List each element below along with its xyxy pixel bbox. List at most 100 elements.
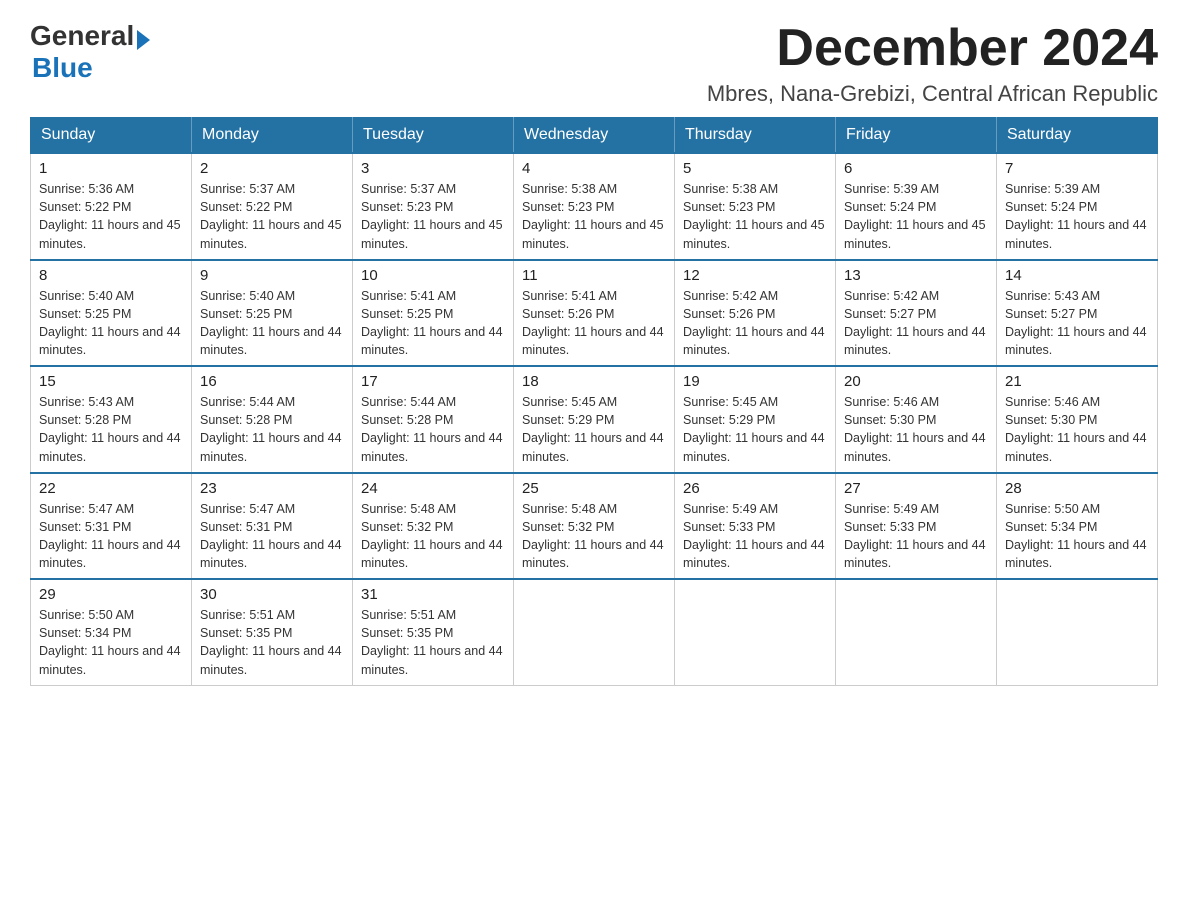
- day-number: 26: [683, 480, 827, 497]
- calendar-cell: 15 Sunrise: 5:43 AM Sunset: 5:28 PM Dayl…: [31, 366, 192, 473]
- day-number: 18: [522, 373, 666, 390]
- calendar-cell: 1 Sunrise: 5:36 AM Sunset: 5:22 PM Dayli…: [31, 153, 192, 260]
- day-info: Sunrise: 5:51 AM Sunset: 5:35 PM Dayligh…: [361, 606, 505, 679]
- page-header: General Blue December 2024 Mbres, Nana-G…: [30, 20, 1158, 107]
- day-info: Sunrise: 5:50 AM Sunset: 5:34 PM Dayligh…: [1005, 500, 1149, 573]
- calendar-cell: 12 Sunrise: 5:42 AM Sunset: 5:26 PM Dayl…: [675, 260, 836, 367]
- day-info: Sunrise: 5:51 AM Sunset: 5:35 PM Dayligh…: [200, 606, 344, 679]
- day-number: 15: [39, 373, 183, 390]
- day-number: 4: [522, 160, 666, 177]
- day-number: 22: [39, 480, 183, 497]
- day-number: 14: [1005, 267, 1149, 284]
- col-monday: Monday: [192, 118, 353, 154]
- day-number: 29: [39, 586, 183, 603]
- calendar-cell: 11 Sunrise: 5:41 AM Sunset: 5:26 PM Dayl…: [514, 260, 675, 367]
- day-number: 2: [200, 160, 344, 177]
- calendar-table: Sunday Monday Tuesday Wednesday Thursday…: [30, 117, 1158, 686]
- day-info: Sunrise: 5:46 AM Sunset: 5:30 PM Dayligh…: [844, 393, 988, 466]
- location-subtitle: Mbres, Nana-Grebizi, Central African Rep…: [707, 81, 1158, 107]
- day-info: Sunrise: 5:38 AM Sunset: 5:23 PM Dayligh…: [683, 180, 827, 253]
- calendar-cell: [997, 579, 1158, 685]
- calendar-cell: 8 Sunrise: 5:40 AM Sunset: 5:25 PM Dayli…: [31, 260, 192, 367]
- day-info: Sunrise: 5:41 AM Sunset: 5:26 PM Dayligh…: [522, 287, 666, 360]
- logo-general-text: General: [30, 20, 134, 52]
- calendar-cell: 27 Sunrise: 5:49 AM Sunset: 5:33 PM Dayl…: [836, 473, 997, 580]
- day-number: 21: [1005, 373, 1149, 390]
- day-info: Sunrise: 5:43 AM Sunset: 5:27 PM Dayligh…: [1005, 287, 1149, 360]
- calendar-cell: 10 Sunrise: 5:41 AM Sunset: 5:25 PM Dayl…: [353, 260, 514, 367]
- day-number: 28: [1005, 480, 1149, 497]
- day-number: 17: [361, 373, 505, 390]
- day-info: Sunrise: 5:47 AM Sunset: 5:31 PM Dayligh…: [39, 500, 183, 573]
- day-header-row: Sunday Monday Tuesday Wednesday Thursday…: [31, 118, 1158, 154]
- day-number: 25: [522, 480, 666, 497]
- day-number: 6: [844, 160, 988, 177]
- calendar-cell: [514, 579, 675, 685]
- day-info: Sunrise: 5:37 AM Sunset: 5:23 PM Dayligh…: [361, 180, 505, 253]
- day-info: Sunrise: 5:39 AM Sunset: 5:24 PM Dayligh…: [1005, 180, 1149, 253]
- col-friday: Friday: [836, 118, 997, 154]
- day-number: 10: [361, 267, 505, 284]
- calendar-cell: 28 Sunrise: 5:50 AM Sunset: 5:34 PM Dayl…: [997, 473, 1158, 580]
- day-number: 5: [683, 160, 827, 177]
- day-info: Sunrise: 5:45 AM Sunset: 5:29 PM Dayligh…: [522, 393, 666, 466]
- calendar-cell: 22 Sunrise: 5:47 AM Sunset: 5:31 PM Dayl…: [31, 473, 192, 580]
- day-number: 3: [361, 160, 505, 177]
- col-saturday: Saturday: [997, 118, 1158, 154]
- calendar-cell: [836, 579, 997, 685]
- calendar-cell: 23 Sunrise: 5:47 AM Sunset: 5:31 PM Dayl…: [192, 473, 353, 580]
- day-info: Sunrise: 5:43 AM Sunset: 5:28 PM Dayligh…: [39, 393, 183, 466]
- calendar-cell: 29 Sunrise: 5:50 AM Sunset: 5:34 PM Dayl…: [31, 579, 192, 685]
- day-info: Sunrise: 5:45 AM Sunset: 5:29 PM Dayligh…: [683, 393, 827, 466]
- title-section: December 2024 Mbres, Nana-Grebizi, Centr…: [707, 20, 1158, 107]
- day-number: 13: [844, 267, 988, 284]
- col-tuesday: Tuesday: [353, 118, 514, 154]
- col-wednesday: Wednesday: [514, 118, 675, 154]
- day-info: Sunrise: 5:49 AM Sunset: 5:33 PM Dayligh…: [683, 500, 827, 573]
- calendar-cell: 2 Sunrise: 5:37 AM Sunset: 5:22 PM Dayli…: [192, 153, 353, 260]
- day-number: 12: [683, 267, 827, 284]
- day-info: Sunrise: 5:40 AM Sunset: 5:25 PM Dayligh…: [39, 287, 183, 360]
- day-info: Sunrise: 5:38 AM Sunset: 5:23 PM Dayligh…: [522, 180, 666, 253]
- calendar-week-row: 15 Sunrise: 5:43 AM Sunset: 5:28 PM Dayl…: [31, 366, 1158, 473]
- day-number: 30: [200, 586, 344, 603]
- calendar-cell: 26 Sunrise: 5:49 AM Sunset: 5:33 PM Dayl…: [675, 473, 836, 580]
- calendar-body: 1 Sunrise: 5:36 AM Sunset: 5:22 PM Dayli…: [31, 153, 1158, 685]
- day-info: Sunrise: 5:36 AM Sunset: 5:22 PM Dayligh…: [39, 180, 183, 253]
- day-info: Sunrise: 5:42 AM Sunset: 5:27 PM Dayligh…: [844, 287, 988, 360]
- calendar-cell: 16 Sunrise: 5:44 AM Sunset: 5:28 PM Dayl…: [192, 366, 353, 473]
- calendar-cell: 31 Sunrise: 5:51 AM Sunset: 5:35 PM Dayl…: [353, 579, 514, 685]
- day-info: Sunrise: 5:39 AM Sunset: 5:24 PM Dayligh…: [844, 180, 988, 253]
- day-info: Sunrise: 5:47 AM Sunset: 5:31 PM Dayligh…: [200, 500, 344, 573]
- day-number: 20: [844, 373, 988, 390]
- calendar-cell: 18 Sunrise: 5:45 AM Sunset: 5:29 PM Dayl…: [514, 366, 675, 473]
- calendar-cell: 24 Sunrise: 5:48 AM Sunset: 5:32 PM Dayl…: [353, 473, 514, 580]
- day-info: Sunrise: 5:49 AM Sunset: 5:33 PM Dayligh…: [844, 500, 988, 573]
- col-thursday: Thursday: [675, 118, 836, 154]
- calendar-cell: 9 Sunrise: 5:40 AM Sunset: 5:25 PM Dayli…: [192, 260, 353, 367]
- day-info: Sunrise: 5:44 AM Sunset: 5:28 PM Dayligh…: [200, 393, 344, 466]
- calendar-cell: 3 Sunrise: 5:37 AM Sunset: 5:23 PM Dayli…: [353, 153, 514, 260]
- calendar-cell: 21 Sunrise: 5:46 AM Sunset: 5:30 PM Dayl…: [997, 366, 1158, 473]
- calendar-cell: 14 Sunrise: 5:43 AM Sunset: 5:27 PM Dayl…: [997, 260, 1158, 367]
- logo-blue-text: Blue: [32, 52, 93, 84]
- day-info: Sunrise: 5:50 AM Sunset: 5:34 PM Dayligh…: [39, 606, 183, 679]
- day-number: 19: [683, 373, 827, 390]
- day-info: Sunrise: 5:37 AM Sunset: 5:22 PM Dayligh…: [200, 180, 344, 253]
- day-info: Sunrise: 5:48 AM Sunset: 5:32 PM Dayligh…: [522, 500, 666, 573]
- calendar-week-row: 22 Sunrise: 5:47 AM Sunset: 5:31 PM Dayl…: [31, 473, 1158, 580]
- calendar-week-row: 1 Sunrise: 5:36 AM Sunset: 5:22 PM Dayli…: [31, 153, 1158, 260]
- calendar-header: Sunday Monday Tuesday Wednesday Thursday…: [31, 118, 1158, 154]
- day-info: Sunrise: 5:48 AM Sunset: 5:32 PM Dayligh…: [361, 500, 505, 573]
- calendar-cell: 5 Sunrise: 5:38 AM Sunset: 5:23 PM Dayli…: [675, 153, 836, 260]
- day-info: Sunrise: 5:44 AM Sunset: 5:28 PM Dayligh…: [361, 393, 505, 466]
- calendar-cell: 30 Sunrise: 5:51 AM Sunset: 5:35 PM Dayl…: [192, 579, 353, 685]
- calendar-week-row: 29 Sunrise: 5:50 AM Sunset: 5:34 PM Dayl…: [31, 579, 1158, 685]
- col-sunday: Sunday: [31, 118, 192, 154]
- day-number: 31: [361, 586, 505, 603]
- calendar-week-row: 8 Sunrise: 5:40 AM Sunset: 5:25 PM Dayli…: [31, 260, 1158, 367]
- calendar-cell: 20 Sunrise: 5:46 AM Sunset: 5:30 PM Dayl…: [836, 366, 997, 473]
- day-number: 1: [39, 160, 183, 177]
- day-info: Sunrise: 5:41 AM Sunset: 5:25 PM Dayligh…: [361, 287, 505, 360]
- day-number: 23: [200, 480, 344, 497]
